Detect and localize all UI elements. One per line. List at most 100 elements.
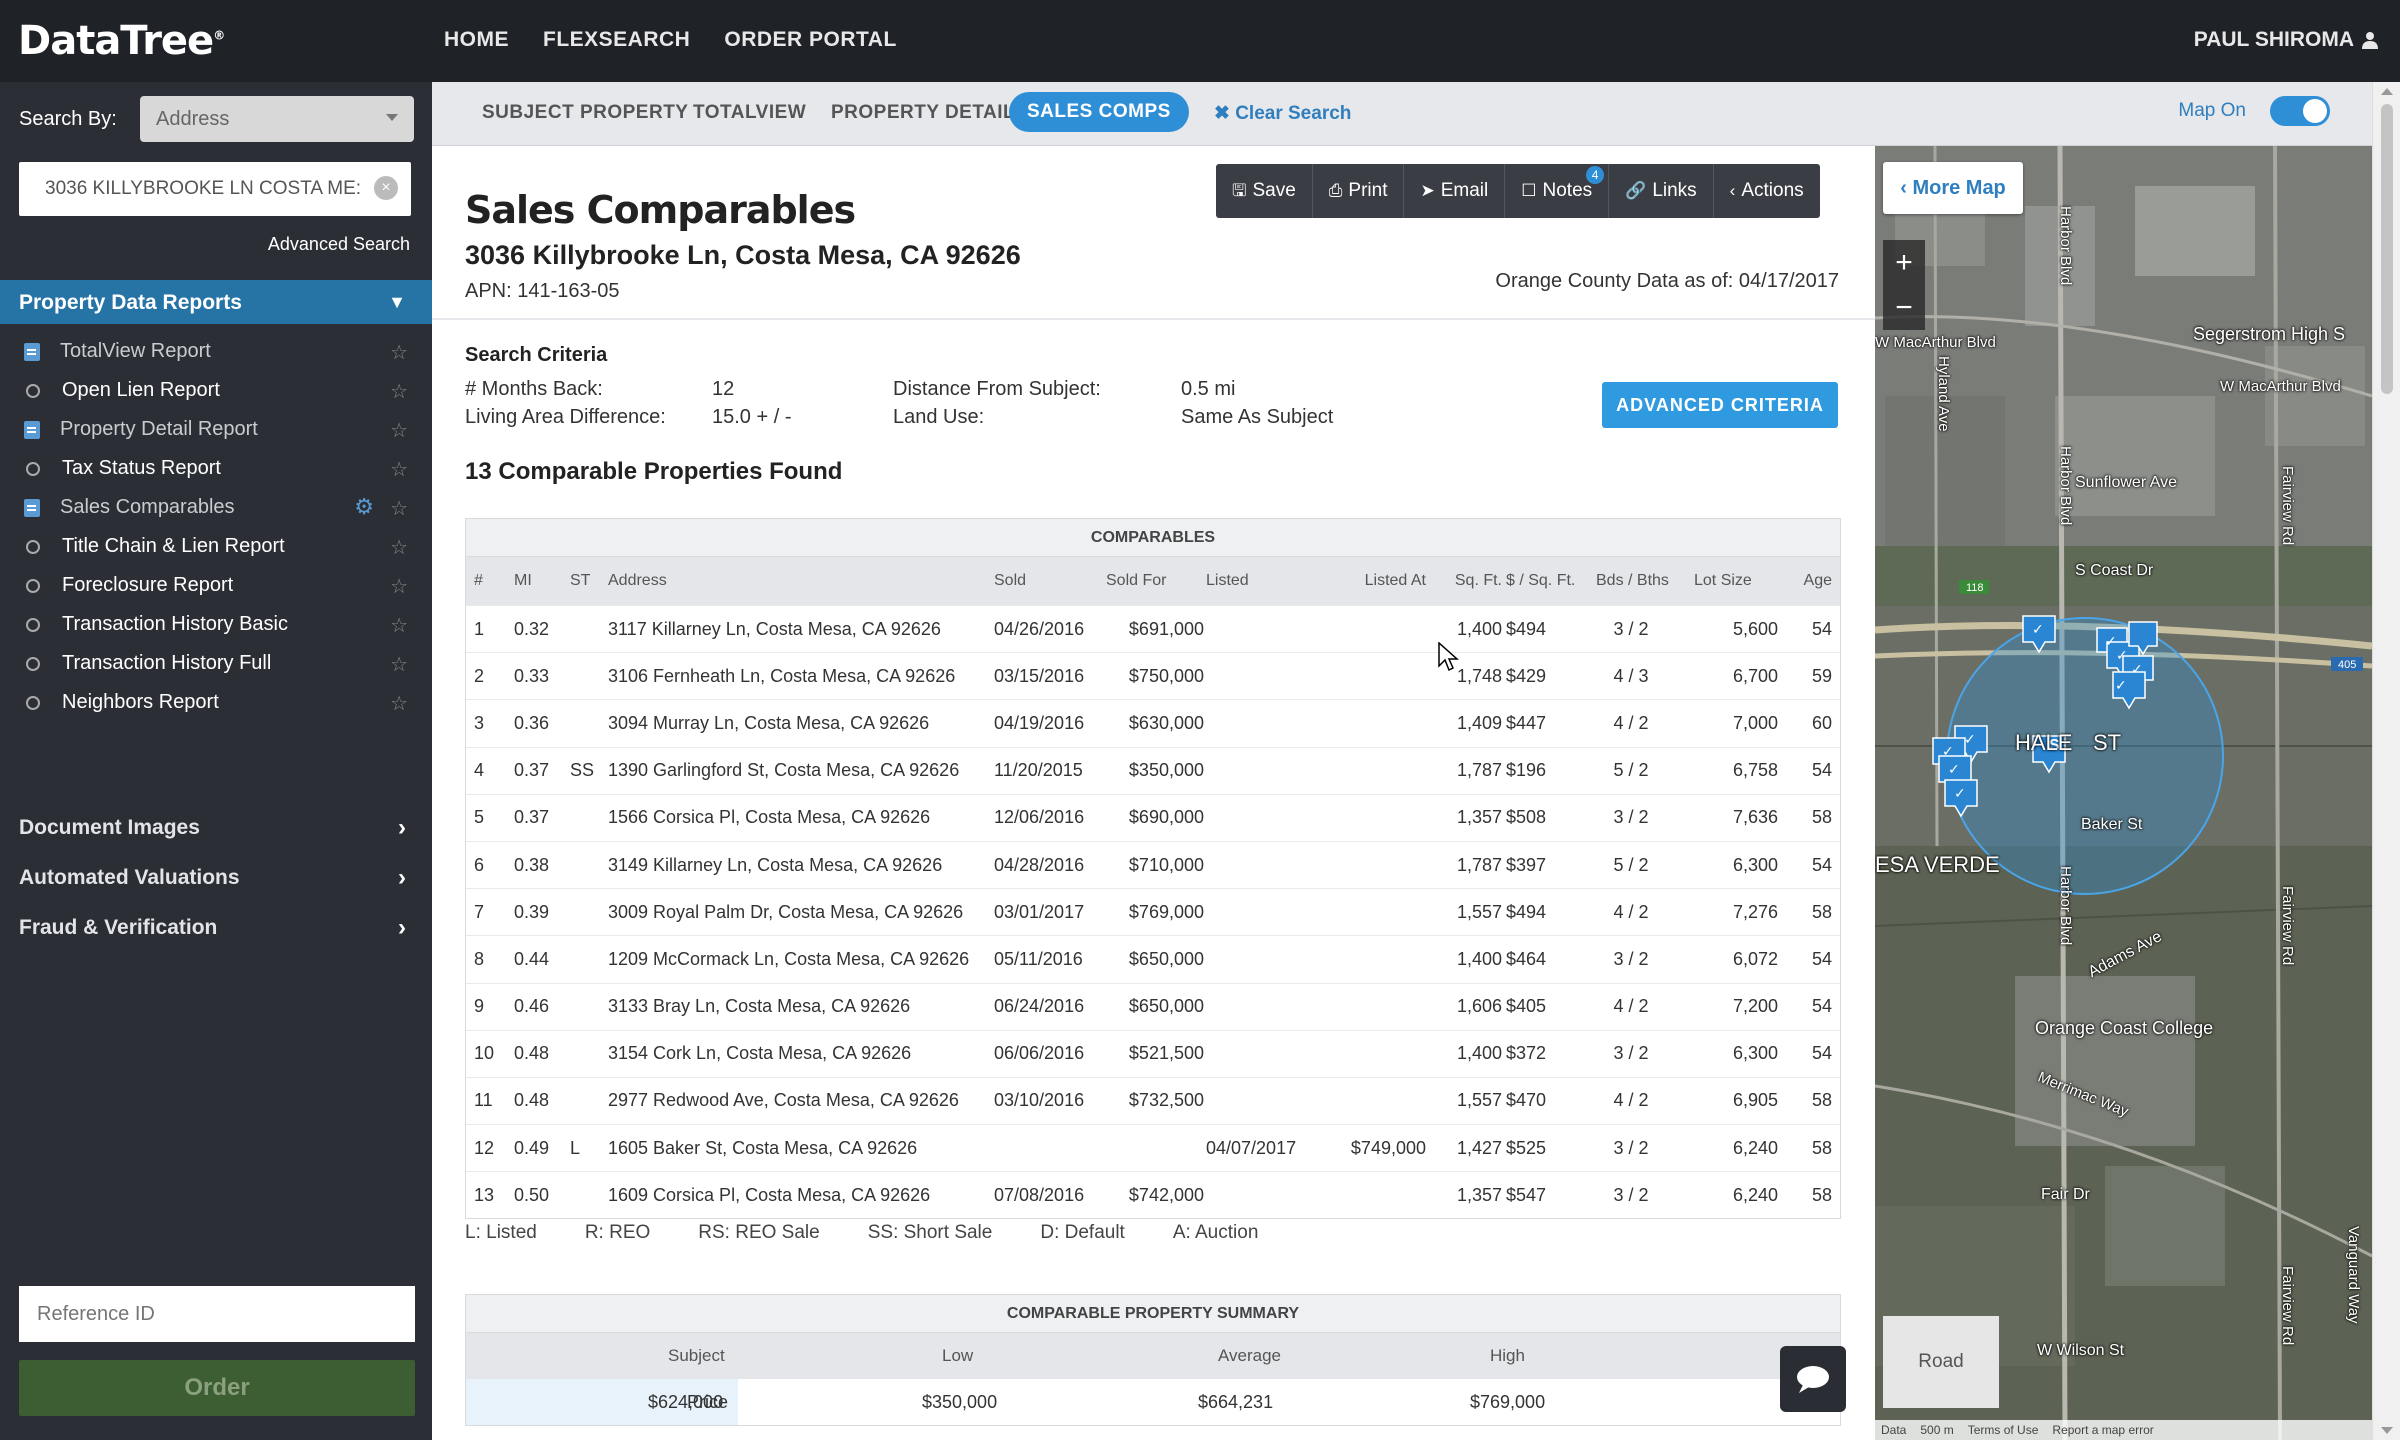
zoom-in-button[interactable]: + — [1883, 240, 1925, 285]
clear-search-button[interactable]: ✖ Clear Search — [1214, 102, 1351, 125]
favorite-star-icon[interactable]: ☆ — [390, 613, 408, 638]
column-header[interactable]: $ / Sq. Ft. — [1506, 557, 1592, 605]
nav-order-portal[interactable]: ORDER PORTAL — [724, 28, 896, 52]
datatree-logo[interactable]: DataTree® — [18, 18, 225, 64]
map-label-coast: S Coast Dr — [2075, 562, 2154, 579]
tab-subject-property[interactable]: SUBJECT PROPERTY — [482, 102, 688, 124]
column-header[interactable]: MI — [514, 557, 564, 605]
column-header[interactable]: Sold — [994, 557, 1104, 605]
chat-button[interactable] — [1780, 1346, 1846, 1412]
table-cell: 3 / 2 — [1613, 1137, 1649, 1158]
property-data-reports-header[interactable]: Property Data Reports ▼ — [0, 280, 432, 324]
advanced-search-link[interactable]: Advanced Search — [268, 234, 410, 255]
favorite-star-icon[interactable]: ☆ — [390, 418, 408, 443]
address-search-input[interactable] — [19, 162, 411, 216]
reference-id-input[interactable] — [19, 1286, 415, 1342]
table-row[interactable]: 5 0.37 1566 Corsica Pl, Costa Mesa, CA 926… — [466, 793, 1840, 841]
save-button[interactable]: 🖫 Save — [1216, 164, 1313, 218]
zoom-out-button[interactable]: − — [1883, 285, 1925, 330]
table-row[interactable]: 2 0.33 3106 Fernheath Ln, Costa Mesa, CA 9… — [466, 652, 1840, 699]
table-row[interactable]: 10 0.48 3154 Cork Ln, Costa Mesa, CA 92626… — [466, 1029, 1840, 1077]
notes-button[interactable]: ☐ Notes 4 — [1505, 164, 1610, 218]
section-automated-valuations[interactable]: Automated Valuations › — [0, 856, 432, 900]
table-cell: $732,500 — [1128, 1090, 1204, 1111]
print-button[interactable]: ⎙ Print — [1313, 164, 1405, 218]
order-button[interactable]: Order — [19, 1360, 415, 1416]
favorite-star-icon[interactable]: ☆ — [390, 496, 408, 521]
search-by-select[interactable]: Address — [140, 96, 414, 142]
nav-flexsearch[interactable]: FLEXSEARCH — [543, 28, 690, 52]
column-header[interactable]: ST — [570, 557, 606, 605]
favorite-star-icon[interactable]: ☆ — [390, 691, 408, 716]
column-header[interactable]: Listed — [1206, 557, 1316, 605]
sidebar-report-item[interactable]: Neighbors Report ☆ — [0, 683, 432, 722]
actions-button[interactable]: ‹ Actions — [1714, 164, 1820, 218]
scroll-up-icon[interactable] — [2381, 88, 2393, 95]
sidebar-report-item[interactable]: Title Chain & Lien Report ☆ — [0, 527, 432, 566]
column-header[interactable]: Address — [608, 557, 978, 605]
advanced-criteria-button[interactable]: ADVANCED CRITERIA — [1602, 382, 1838, 428]
table-cell: 1,409 — [1456, 712, 1502, 733]
column-header[interactable]: Bds / Bths — [1596, 557, 1692, 605]
map-report-error-link[interactable]: Report a map error — [2052, 1423, 2153, 1437]
column-header[interactable]: Lot Size — [1694, 557, 1778, 605]
favorite-star-icon[interactable]: ☆ — [390, 535, 408, 560]
sidebar-report-item[interactable]: Open Lien Report ☆ — [0, 371, 432, 410]
table-row[interactable]: 6 0.38 3149 Killarney Ln, Costa Mesa, CA 9… — [466, 840, 1840, 888]
table-cell — [1206, 748, 1316, 794]
nav-home[interactable]: HOME — [444, 28, 509, 52]
user-menu[interactable]: PAUL SHIROMA — [2194, 28, 2378, 52]
section-document-images[interactable]: Document Images › — [0, 806, 432, 850]
table-row[interactable]: 4 0.37 SS 1390 Garlingford St, Costa Mesa, … — [466, 746, 1840, 794]
sidebar-report-item[interactable]: Property Detail Report ☆ — [0, 410, 432, 449]
circle-icon — [26, 383, 40, 398]
table-cell: $494 — [1506, 901, 1547, 922]
favorite-star-icon[interactable]: ☆ — [390, 379, 408, 404]
column-header[interactable]: # — [474, 557, 504, 605]
tab-property-detail[interactable]: PROPERTY DETAIL — [831, 102, 1015, 124]
table-row[interactable]: 12 0.49 L 1605 Baker St, Costa Mesa, CA 926… — [466, 1124, 1840, 1171]
sidebar-report-item[interactable]: TotalView Report ☆ — [0, 332, 432, 371]
email-button[interactable]: ➤ Email — [1404, 164, 1506, 218]
map-footer-data[interactable]: Data — [1881, 1423, 1906, 1437]
column-header[interactable]: Sq. Ft. — [1426, 557, 1502, 605]
links-button[interactable]: 🔗 Links — [1609, 164, 1714, 218]
scroll-down-icon[interactable] — [2381, 1427, 2393, 1434]
favorite-star-icon[interactable]: ☆ — [390, 652, 408, 677]
favorite-star-icon[interactable]: ☆ — [390, 340, 408, 365]
sidebar-report-item[interactable]: Tax Status Report ☆ — [0, 449, 432, 488]
table-row[interactable]: 13 0.50 1609 Corsica Pl, Costa Mesa, CA 92… — [466, 1171, 1840, 1218]
column-header[interactable]: Age — [1782, 557, 1832, 605]
map-terms-link[interactable]: Terms of Use — [1968, 1423, 2039, 1437]
sidebar-report-item[interactable]: Sales Comparables ⚙ ☆ — [0, 488, 432, 527]
column-header[interactable]: Sold For — [1106, 557, 1204, 605]
table-row[interactable]: 1 0.32 3117 Killarney Ln, Costa Mesa, CA 9… — [466, 605, 1840, 652]
chevron-left-icon: ‹ — [1729, 181, 1736, 200]
more-map-button[interactable]: ‹ More Map — [1883, 162, 2023, 214]
table-row[interactable]: 8 0.44 1209 McCormack Ln, Costa Mesa, CA 9… — [466, 935, 1840, 982]
table-cell: 59 — [1811, 665, 1832, 686]
table-cell: $749,000 — [1350, 1137, 1426, 1158]
table-row[interactable]: 9 0.46 3133 Bray Ln, Costa Mesa, CA 92626 0… — [466, 982, 1840, 1030]
map-panel[interactable]: ✓ ✓ ✓ ✓ ✓ ✓ ✓ ✓ ✓ S 405 118 Segerstrom High S … — [1875, 146, 2372, 1440]
sidebar-report-item[interactable]: Transaction History Full ☆ — [0, 644, 432, 683]
road-view-button[interactable]: Road — [1883, 1316, 1999, 1408]
sidebar-report-item[interactable]: Foreclosure Report ☆ — [0, 566, 432, 605]
favorite-star-icon[interactable]: ☆ — [390, 574, 408, 599]
sidebar-report-item[interactable]: Transaction History Basic ☆ — [0, 605, 432, 644]
favorite-star-icon[interactable]: ☆ — [390, 457, 408, 482]
table-row[interactable]: 11 0.48 2977 Redwood Ave, Costa Mesa, CA 9… — [466, 1076, 1840, 1124]
section-fraud-verification[interactable]: Fraud & Verification › — [0, 906, 432, 950]
map-toggle[interactable] — [2270, 96, 2330, 126]
table-cell: 4 / 2 — [1613, 901, 1649, 922]
page-scrollbar[interactable] — [2372, 82, 2400, 1440]
table-row[interactable]: 3 0.36 3094 Murray Ln, Costa Mesa, CA 9262… — [466, 699, 1840, 746]
clear-input-icon[interactable]: × — [374, 176, 398, 200]
gear-icon[interactable]: ⚙ — [354, 494, 374, 520]
table-cell — [1206, 936, 1316, 982]
tab-totalview[interactable]: TOTALVIEW — [693, 102, 806, 124]
tab-sales-comps[interactable]: SALES COMPS — [1009, 92, 1189, 132]
scroll-thumb[interactable] — [2381, 104, 2393, 394]
column-header[interactable]: Listed At — [1316, 557, 1426, 605]
table-row[interactable]: 7 0.39 3009 Royal Palm Dr, Costa Mesa, CA … — [466, 888, 1840, 935]
